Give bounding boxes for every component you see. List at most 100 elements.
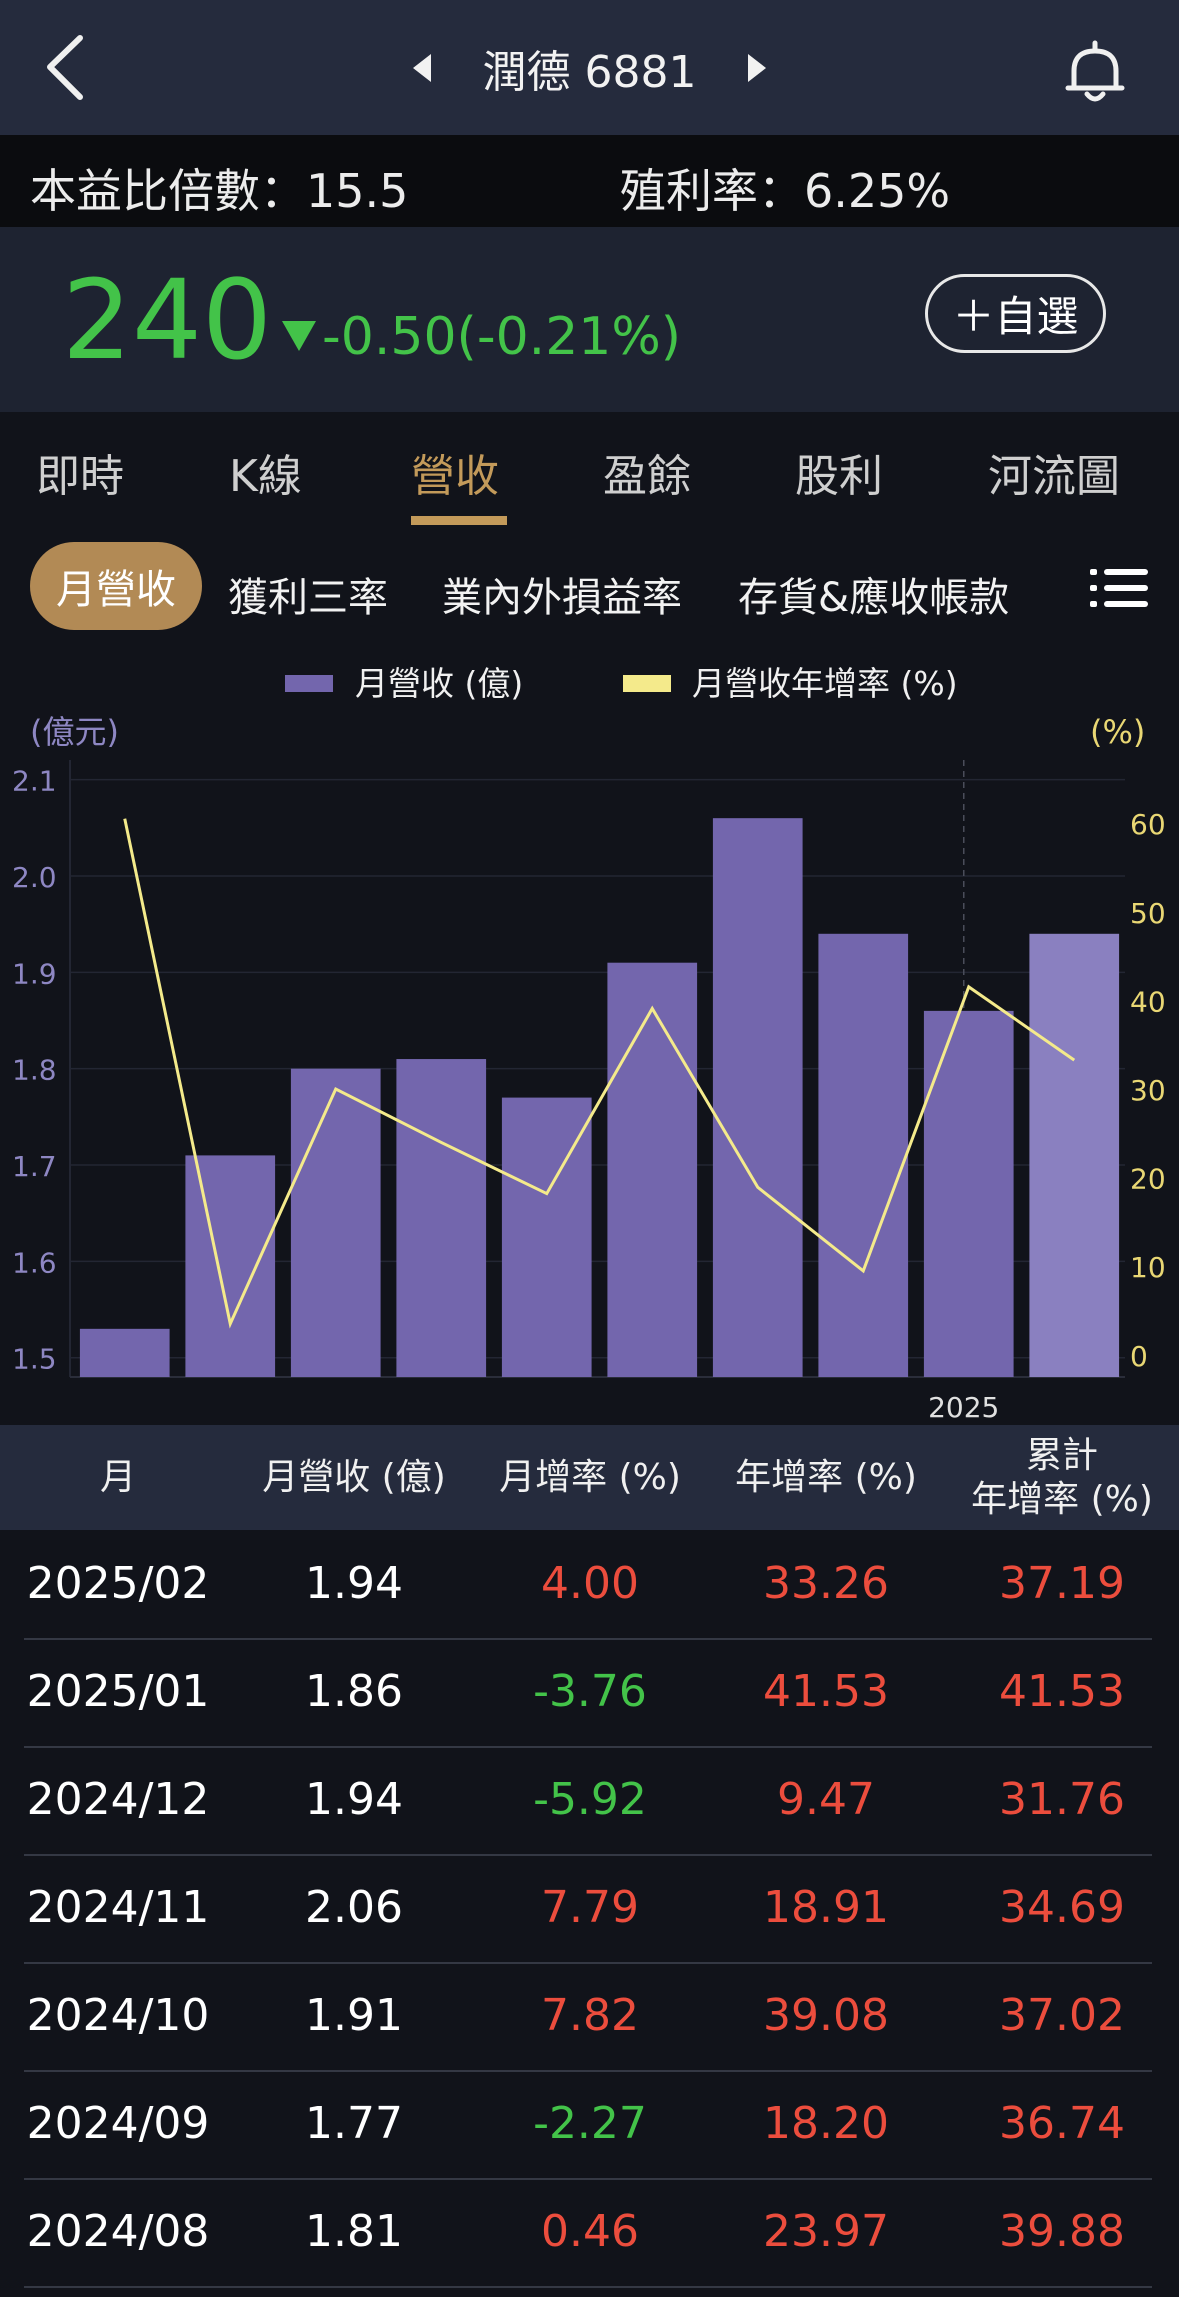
- cell-month: 2024/12: [26, 1773, 210, 1825]
- cell-month: 2024/11: [26, 1881, 210, 1933]
- active-tab-indicator: [411, 516, 507, 525]
- revenue-bar: [818, 933, 909, 1377]
- cell-revenue: 1.77: [305, 2097, 403, 2149]
- subtab-operating-ratio[interactable]: 業內外損益率: [442, 565, 682, 623]
- left-axis-tick-label: 1.8: [12, 1054, 57, 1087]
- col-header-cumulative-yoy: 累計 年增率 (%): [971, 1435, 1153, 1520]
- cell-mom: -2.27: [533, 2097, 647, 2149]
- right-axis-tick-label: 10: [1130, 1251, 1166, 1284]
- cell-revenue: 1.94: [305, 1773, 403, 1825]
- menu-list-icon[interactable]: [1090, 567, 1148, 609]
- cell-cumulative-yoy: 39.88: [999, 2205, 1125, 2257]
- cell-cumulative-yoy: 31.76: [999, 1773, 1125, 1825]
- cell-yoy: 18.20: [763, 2097, 889, 2149]
- add-watchlist-button[interactable]: ＋自選: [925, 274, 1106, 353]
- cell-yoy: 41.53: [763, 1665, 889, 1717]
- legend-swatch-revenue: [285, 675, 333, 692]
- cell-mom: 4.00: [541, 1557, 639, 1609]
- left-axis-tick-label: 1.6: [12, 1246, 57, 1279]
- cell-month: 2025/02: [26, 1557, 210, 1609]
- table-row: 2024/11 2.06 7.79 18.91 34.69: [24, 1854, 1152, 1964]
- cell-cumulative-yoy: 37.19: [999, 1557, 1125, 1609]
- left-axis-tick-label: 2.0: [12, 861, 57, 894]
- left-axis-tick-label: 2.1: [12, 765, 57, 798]
- revenue-bar: [607, 962, 698, 1377]
- down-arrow-icon: [282, 321, 316, 351]
- tab-dividend[interactable]: 股利: [795, 440, 883, 504]
- cell-revenue: 1.94: [305, 1557, 403, 1609]
- tab-kline[interactable]: K線: [229, 440, 302, 504]
- revenue-bar: [1029, 933, 1120, 1377]
- price-change-value: -0.50(-0.21%): [322, 307, 682, 367]
- main-tabs: 即時 K線 營收 盈餘 股利 河流圖: [0, 412, 1179, 525]
- right-axis-tick-label: 0: [1130, 1340, 1148, 1373]
- col-header-yoy: 年增率 (%): [735, 1456, 917, 1498]
- col-header-month: 月: [99, 1456, 136, 1498]
- revenue-bar: [290, 1068, 381, 1377]
- cell-revenue: 1.91: [305, 1989, 403, 2041]
- table-row: 2024/09 1.77 -2.27 18.20 36.74: [24, 2070, 1152, 2180]
- left-axis-tick-label: 1.7: [12, 1150, 57, 1183]
- cell-yoy: 18.91: [763, 1881, 889, 1933]
- cell-month: 2025/01: [26, 1665, 210, 1717]
- cell-revenue: 1.81: [305, 2205, 403, 2257]
- cell-mom: 7.82: [541, 1989, 639, 2041]
- subtab-inventory-receivables[interactable]: 存貨&應收帳款: [738, 565, 1009, 623]
- stock-price: 240: [62, 256, 272, 384]
- left-axis-tick-label: 1.5: [12, 1343, 57, 1376]
- cell-yoy: 39.08: [763, 1989, 889, 2041]
- revenue-bar: [923, 1010, 1014, 1377]
- pe-ratio: 本益比倍數：15.5: [30, 164, 409, 218]
- revenue-bar: [79, 1328, 170, 1377]
- right-axis-tick-label: 50: [1130, 897, 1166, 930]
- left-axis-unit: (億元): [30, 713, 119, 751]
- cell-mom: -5.92: [533, 1773, 647, 1825]
- cell-mom: 7.79: [541, 1881, 639, 1933]
- price-change: -0.50(-0.21%): [282, 307, 681, 367]
- legend-swatch-yoy: [623, 675, 671, 692]
- revenue-table: 2025/02 1.94 4.00 33.26 37.19 2025/01 1.…: [0, 1530, 1179, 2297]
- cell-cumulative-yoy: 34.69: [999, 1881, 1125, 1933]
- table-row: 2024/10 1.91 7.82 39.08 37.02: [24, 1962, 1152, 2072]
- revenue-bar: [185, 1155, 276, 1377]
- cell-month: 2024/10: [26, 1989, 210, 2041]
- right-axis-unit: (%): [1090, 713, 1145, 751]
- cell-yoy: 23.97: [763, 2205, 889, 2257]
- subtab-profit-margins[interactable]: 獲利三率: [228, 565, 388, 623]
- tab-revenue[interactable]: 營收: [411, 440, 499, 504]
- col-header-mom: 月增率 (%): [499, 1456, 681, 1498]
- revenue-chart-area: 1.5 1.6 1.7 1.8 1.9 2.0 2.1 0 10 20 30 40 50 60 2025 月…: [0, 645, 1179, 1425]
- legend-yoy: 月營收年增率 (%): [692, 664, 958, 703]
- cell-mom: -3.76: [533, 1665, 647, 1717]
- cell-cumulative-yoy: 36.74: [999, 2097, 1125, 2149]
- revenue-chart: 1.5 1.6 1.7 1.8 1.9 2.0 2.1 0 10 20 30 40 50 60 2025 月…: [12, 664, 1166, 1424]
- cell-mom: 0.46: [541, 2205, 639, 2257]
- subtab-monthly-revenue[interactable]: 月營收: [30, 542, 202, 630]
- x-axis-year-label: 2025: [928, 1391, 999, 1424]
- price-bar: 240 -0.50(-0.21%) ＋自選: [0, 227, 1179, 412]
- cell-month: 2024/09: [26, 2097, 210, 2149]
- col-header-revenue: 月營收 (億): [262, 1456, 446, 1498]
- sub-tabs: 月營收 獲利三率 業內外損益率 存貨&應收帳款: [0, 525, 1179, 645]
- cell-yoy: 33.26: [763, 1557, 889, 1609]
- next-stock-arrow-icon[interactable]: [748, 53, 767, 82]
- cell-revenue: 2.06: [305, 1881, 403, 1933]
- cell-yoy: 9.47: [777, 1773, 875, 1825]
- tab-realtime[interactable]: 即時: [36, 440, 124, 504]
- revenue-bar: [712, 818, 803, 1377]
- dividend-yield: 殖利率：6.25%: [620, 164, 951, 218]
- table-row: 2025/02 1.94 4.00 33.26 37.19: [24, 1530, 1152, 1640]
- valuation-bar: 本益比倍數：15.5 殖利率：6.25%: [0, 135, 1179, 227]
- revenue-bar: [396, 1059, 487, 1377]
- table-row: 2024/08 1.81 0.46 23.97 39.88: [24, 2178, 1152, 2288]
- cell-month: 2024/08: [26, 2205, 210, 2257]
- tab-earnings[interactable]: 盈餘: [603, 440, 691, 504]
- tab-river-chart[interactable]: 河流圖: [988, 440, 1120, 504]
- right-axis-tick-label: 40: [1130, 985, 1166, 1018]
- bell-icon[interactable]: [1060, 38, 1130, 108]
- right-axis-tick-label: 20: [1130, 1163, 1166, 1196]
- left-axis-tick-label: 1.9: [12, 957, 57, 990]
- right-axis-tick-label: 30: [1130, 1074, 1166, 1107]
- prev-stock-arrow-icon[interactable]: [412, 53, 431, 82]
- cell-revenue: 1.86: [305, 1665, 403, 1717]
